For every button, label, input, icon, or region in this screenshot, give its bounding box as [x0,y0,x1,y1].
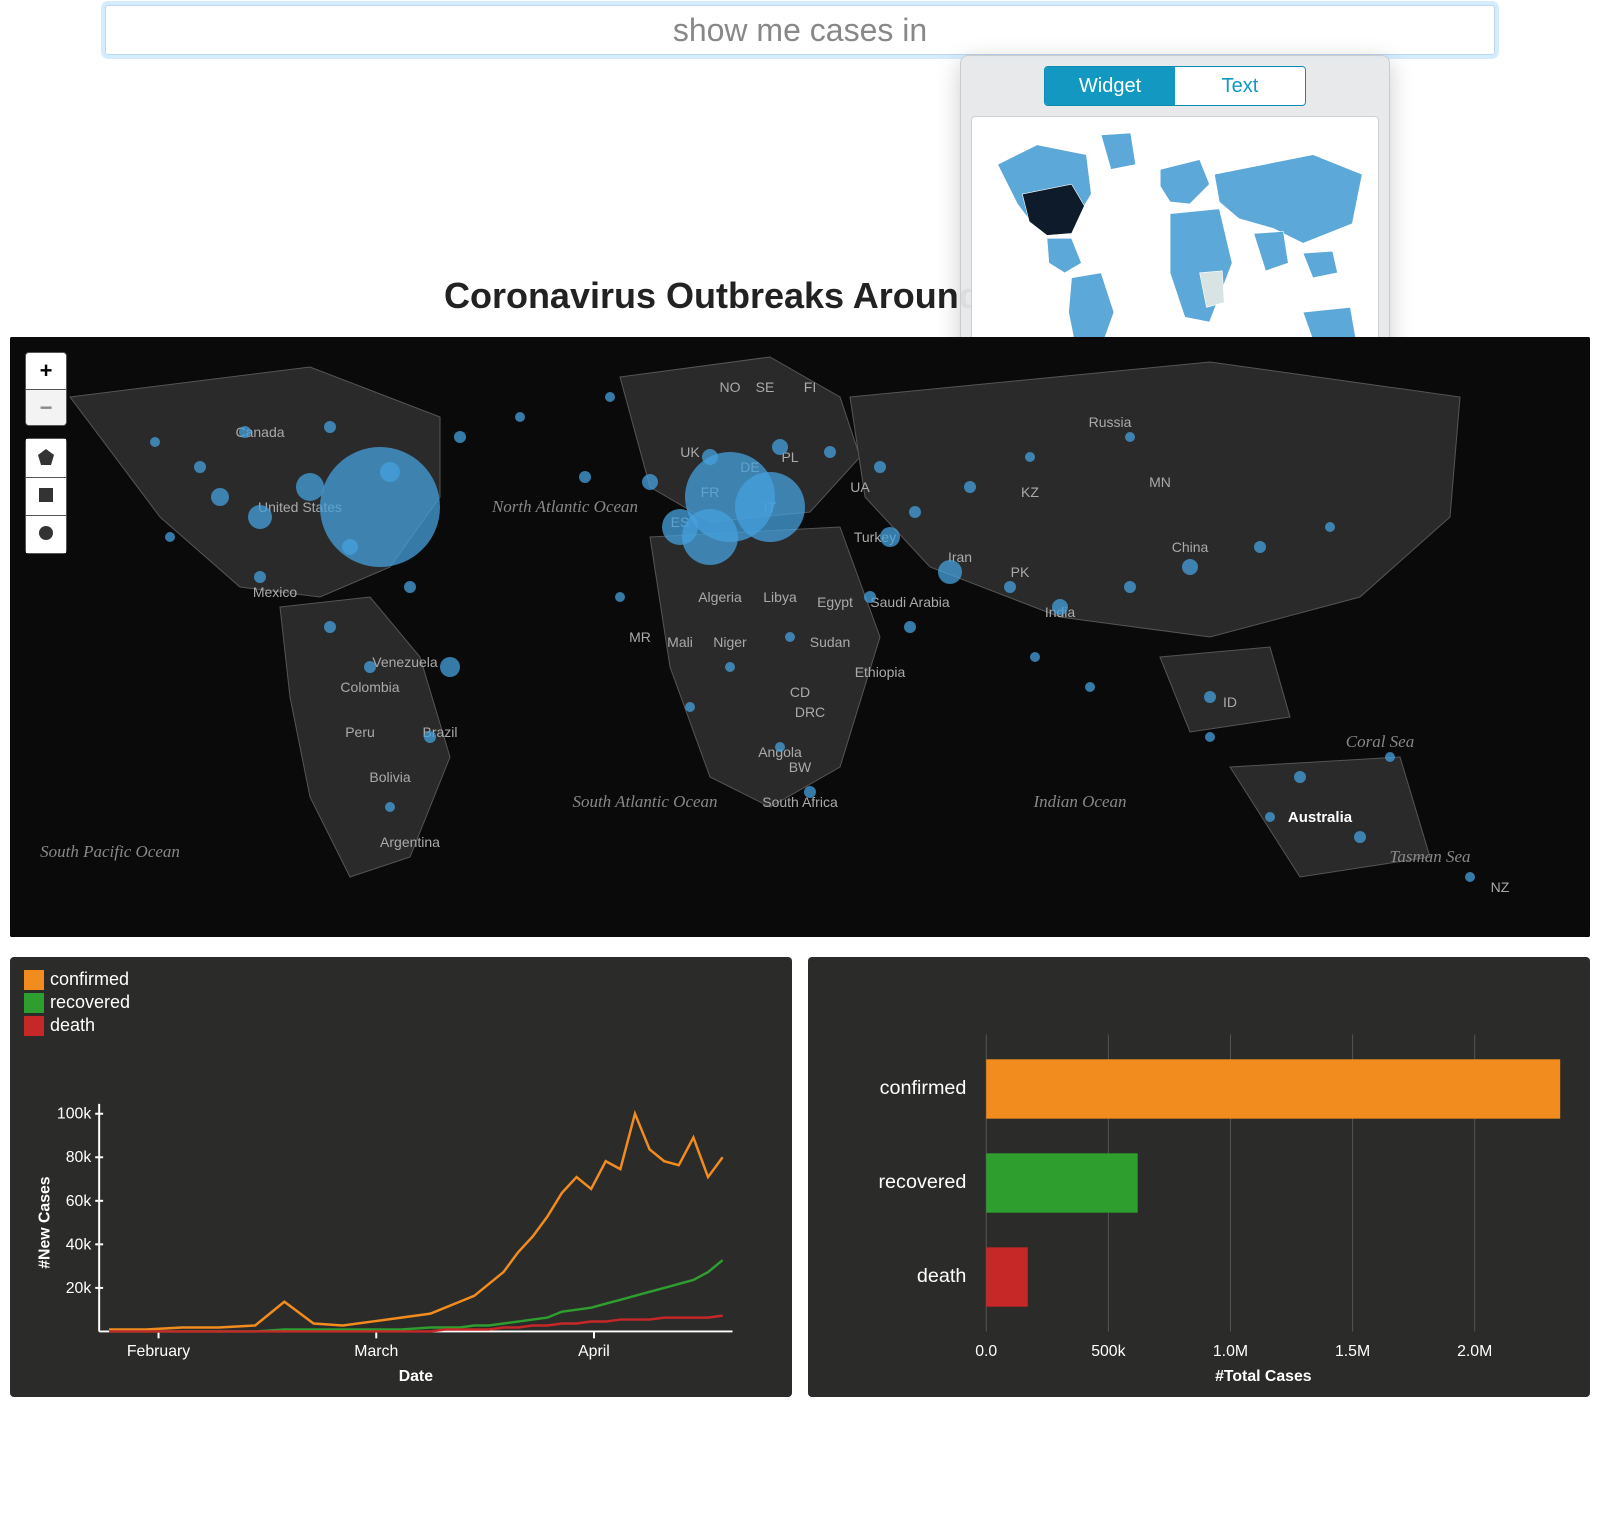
svg-text:South Atlantic Ocean: South Atlantic Ocean [572,792,717,811]
label-id: ID [1223,694,1237,710]
label-peru: Peru [345,724,375,740]
svg-text:April: April [578,1343,610,1360]
svg-text:0.0: 0.0 [975,1343,997,1360]
label-south-pacific: South Pacific Ocean [40,842,180,861]
svg-text:2.0M: 2.0M [1457,1343,1492,1360]
label-australia: Australia [1288,809,1353,826]
search-input[interactable] [105,5,1495,55]
label-libya: Libya [763,589,797,605]
svg-text:1.5M: 1.5M [1335,1343,1370,1360]
label-south-africa: South Africa [762,794,838,810]
label-mali: Mali [667,634,693,650]
bar-cat-confirmed: confirmed [880,1077,967,1099]
toggle-text[interactable]: Text [1175,67,1305,105]
legend-death-icon [24,1016,44,1036]
bar-cat-recovered: recovered [878,1171,966,1193]
shape-polygon-button[interactable] [26,439,66,477]
label-mn: MN [1149,474,1171,490]
line-xlabel: Date [399,1368,434,1385]
label-algeria: Algeria [698,589,742,605]
label-no: NO [720,379,741,395]
label-ethiopia: Ethiopia [855,664,906,680]
svg-text:North Atlantic Ocean: North Atlantic Ocean [491,497,638,516]
legend-recovered: recovered [50,992,130,1013]
polygon-icon [36,447,56,470]
map-controls: + − [25,352,67,554]
legend-confirmed-icon [24,970,44,990]
label-mr: MR [629,629,651,645]
svg-text:1.0M: 1.0M [1213,1343,1248,1360]
zoom-in-button[interactable]: + [26,353,66,389]
label-china: China [1172,539,1209,555]
svg-text:Indian Ocean: Indian Ocean [1032,792,1126,811]
label-north-atlantic: North Atlantic Ocean [491,497,638,516]
view-toggle: Widget Text [971,66,1379,106]
svg-text:South Pacific Ocean: South Pacific Ocean [40,842,180,861]
bar-xlabel: #Total Cases [1215,1368,1312,1385]
svg-text:February: February [127,1343,190,1360]
label-uk: UK [680,444,700,460]
label-drc: DRC [795,704,825,720]
label-ua: UA [850,479,870,495]
label-se: SE [756,379,775,395]
label-tasman: Tasman Sea [1389,847,1470,866]
shape-rect-button[interactable] [26,477,66,515]
circle-icon [37,524,55,545]
label-egypt: Egypt [817,594,853,610]
label-venezuela: Venezuela [372,654,438,670]
label-indian: Indian Ocean [1032,792,1126,811]
shape-circle-button[interactable] [26,515,66,553]
label-coral: Coral Sea [1346,732,1414,751]
new-cases-line-chart: confirmed recovered death 20k 40k 60k 80k 10… [10,957,792,1397]
svg-text:500k: 500k [1091,1343,1125,1360]
svg-text:100k: 100k [57,1106,91,1123]
label-bw: BW [789,759,812,775]
label-saudi: Saudi Arabia [870,594,950,610]
label-mexico: Mexico [253,584,298,600]
legend-death: death [50,1015,95,1036]
label-pk: PK [1011,564,1030,580]
legend-recovered-icon [24,993,44,1013]
svg-text:March: March [354,1343,398,1360]
line-legend: confirmed recovered death [24,969,130,1038]
label-sudan: Sudan [810,634,850,650]
label-niger: Niger [713,634,747,650]
label-cd: CD [790,684,810,700]
svg-text:60k: 60k [66,1193,92,1210]
svg-text:Coral Sea: Coral Sea [1346,732,1414,751]
bar-cat-death: death [917,1265,967,1287]
zoom-out-button[interactable]: − [26,389,66,425]
toggle-widget[interactable]: Widget [1045,67,1175,105]
total-cases-bar-chart: 0.0 500k 1.0M 1.5M 2.0M #Total Cases confirm… [808,957,1590,1397]
square-icon [37,486,55,507]
label-bolivia: Bolivia [369,769,410,785]
outbreak-map[interactable]: Canada United States Mexico Venezuela Co… [10,337,1590,937]
label-colombia: Colombia [340,679,399,695]
label-nz: NZ [1491,879,1510,895]
svg-text:20k: 20k [66,1280,92,1297]
svg-text:80k: 80k [66,1149,92,1166]
label-kz: KZ [1021,484,1039,500]
line-ylabel: #New Cases [37,1176,54,1269]
label-fi: FI [804,379,816,395]
label-south-atlantic: South Atlantic Ocean [572,792,717,811]
legend-confirmed: confirmed [50,969,129,990]
label-russia: Russia [1089,414,1132,430]
svg-text:40k: 40k [66,1236,92,1253]
label-argentina: Argentina [380,834,440,850]
svg-text:Tasman Sea: Tasman Sea [1389,847,1470,866]
